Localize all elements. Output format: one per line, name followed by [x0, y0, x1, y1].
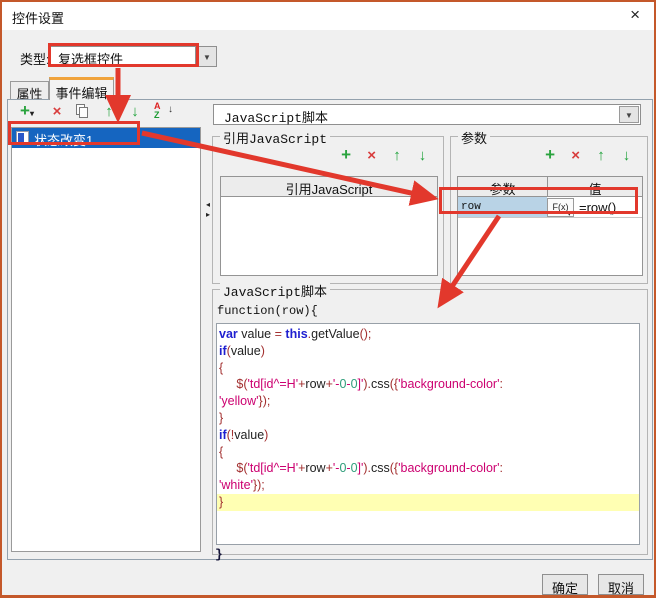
type-label: 类型:: [20, 52, 50, 67]
params-group: 参数 + × ↑ ↓ 参数 值 row F(x) ▾ =row(): [450, 128, 648, 284]
code-editor[interactable]: var value = this.getValue(); if(value){ $…: [216, 323, 640, 545]
ref-js-table: 引用JavaScript: [220, 176, 438, 276]
param-name-column-header: 参数: [458, 177, 548, 197]
tab-event-edit[interactable]: 事件编辑: [49, 77, 114, 101]
checkbox-widget-icon: [16, 131, 29, 144]
sort-az-icon[interactable]: A Z ↓: [154, 102, 173, 120]
list-item-state-change[interactable]: 状态改变1: [12, 128, 200, 148]
function-signature: function(row){: [217, 304, 318, 318]
event-type-dropdown-button[interactable]: ▼: [619, 106, 639, 123]
code-line[interactable]: {: [219, 444, 639, 461]
chevron-down-icon: ▾: [29, 109, 34, 118]
collapse-left-icon: ◂: [206, 200, 211, 209]
table-row: row F(x) ▾ =row(): [458, 197, 642, 218]
add-ref-button[interactable]: +: [336, 146, 357, 163]
code-line[interactable]: {: [219, 360, 639, 377]
move-down-button[interactable]: ↓: [124, 103, 146, 121]
code-line[interactable]: if(value): [219, 343, 639, 360]
code-line[interactable]: 'white'});: [219, 477, 639, 494]
delete-ref-button[interactable]: ×: [361, 147, 382, 164]
event-edit-panel: +▾ × ↑ ↓ A Z ↓ ◂ ▸ 状态改变1 JavaScript脚本 ▼: [7, 99, 653, 562]
move-up-button[interactable]: ↑: [98, 103, 120, 121]
param-up-button[interactable]: ↑: [591, 147, 612, 164]
add-param-button[interactable]: +: [540, 146, 561, 163]
expand-right-icon: ▸: [206, 210, 211, 219]
function-closing-brace: }: [215, 547, 223, 562]
delete-param-button[interactable]: ×: [565, 147, 586, 164]
code-line[interactable]: if(!value): [219, 427, 639, 444]
ref-down-button[interactable]: ↓: [412, 147, 433, 164]
chevron-down-icon: ▼: [203, 53, 211, 62]
ref-js-group-title: 引用JavaScript: [220, 128, 331, 147]
cancel-button[interactable]: 取消: [598, 574, 644, 595]
code-line[interactable]: }: [219, 410, 639, 427]
params-toolbar: + × ↑ ↓: [540, 146, 637, 165]
script-group: JavaScript脚本 function(row){ var value = …: [212, 281, 648, 562]
code-line[interactable]: $('td[id^=H'+row+'-0-0]').css({'backgrou…: [219, 460, 639, 477]
param-down-button[interactable]: ↓: [616, 147, 637, 164]
event-list: 状态改变1: [11, 127, 201, 552]
script-group-title: JavaScript脚本: [220, 281, 331, 300]
widget-type-dropdown[interactable]: 复选框控件: [50, 46, 196, 67]
param-name-cell[interactable]: row: [458, 197, 547, 217]
widget-type-dropdown-button[interactable]: ▼: [197, 46, 217, 67]
chevron-down-icon: ▾: [567, 211, 571, 218]
tab-properties[interactable]: 属性: [10, 81, 49, 102]
code-line[interactable]: $('td[id^=H'+row+'-0-0]').css({'backgrou…: [219, 376, 639, 393]
dialog-window: 控件设置 × 类型: 复选框控件 ▼ 属性 事件编辑 +▾ × ↑ ↓ A Z …: [0, 0, 656, 598]
event-type-dropdown[interactable]: JavaScript脚本: [213, 104, 641, 126]
title-bar: 控件设置 ×: [2, 2, 654, 30]
params-table: 参数 值 row F(x) ▾ =row(): [457, 176, 643, 276]
dialog-title: 控件设置: [12, 11, 65, 26]
list-item-label: 状态改变1: [34, 133, 94, 148]
param-value-column-header: 值: [588, 182, 602, 197]
ref-js-table-header: 引用JavaScript: [285, 182, 373, 197]
close-icon[interactable]: ×: [630, 5, 640, 25]
ok-button[interactable]: 确定: [542, 574, 588, 595]
ref-up-button[interactable]: ↑: [387, 147, 408, 164]
add-event-button[interactable]: +▾: [16, 102, 38, 121]
params-group-title: 参数: [458, 128, 491, 147]
formula-fx-button[interactable]: F(x) ▾: [547, 198, 574, 218]
code-line[interactable]: }: [217, 493, 639, 511]
ref-js-group: 引用JavaScript + × ↑ ↓ 引用JavaScript: [212, 128, 444, 284]
delete-event-button[interactable]: ×: [46, 103, 68, 121]
chevron-down-icon: ▼: [625, 111, 633, 120]
copy-icon[interactable]: [76, 104, 90, 119]
code-line[interactable]: var value = this.getValue();: [219, 326, 639, 343]
ref-js-toolbar: + × ↑ ↓: [336, 146, 433, 165]
code-line[interactable]: 'yellow'});: [219, 393, 639, 410]
param-value-cell[interactable]: =row(): [574, 197, 642, 217]
